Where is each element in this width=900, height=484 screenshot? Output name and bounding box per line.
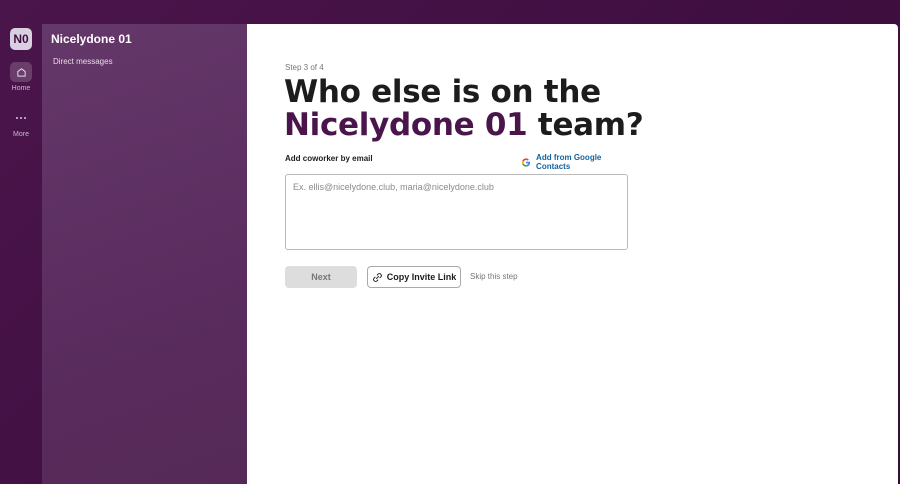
more-button[interactable] bbox=[10, 108, 32, 128]
more-dots-icon bbox=[16, 117, 26, 119]
copy-invite-link-button[interactable]: Copy Invite Link bbox=[367, 266, 461, 288]
link-icon bbox=[372, 272, 382, 282]
google-icon bbox=[521, 157, 531, 167]
page-title: Who else is on the Nicelydone 01 team? bbox=[284, 74, 644, 143]
copy-invite-link-label: Copy Invite Link bbox=[386, 272, 457, 282]
add-from-google-contacts-link[interactable]: Add from Google Contacts bbox=[521, 153, 629, 171]
workspace-badge[interactable]: N0 bbox=[10, 28, 32, 50]
sidebar-item-direct-messages[interactable]: Direct messages bbox=[53, 57, 113, 66]
skip-step-link[interactable]: Skip this step bbox=[470, 272, 518, 281]
sidebar: Nicelydone 01 Direct messages bbox=[42, 24, 247, 484]
main-panel: Step 3 of 4 Who else is on the Nicelydon… bbox=[247, 24, 898, 484]
google-link-label: Add from Google Contacts bbox=[536, 153, 602, 171]
step-indicator: Step 3 of 4 bbox=[285, 63, 324, 72]
home-button[interactable] bbox=[10, 62, 32, 82]
home-label: Home bbox=[11, 85, 31, 92]
workspace-rail: N0 Home More bbox=[0, 0, 42, 484]
workspace-name[interactable]: Nicelydone 01 bbox=[51, 32, 132, 46]
email-field-label: Add coworker by email bbox=[285, 154, 373, 163]
title-line-1: Who else is on the bbox=[284, 74, 601, 110]
title-workspace-name: Nicelydone 01 bbox=[284, 107, 528, 143]
next-button[interactable]: Next bbox=[285, 266, 357, 288]
more-label: More bbox=[13, 131, 29, 138]
title-line-2-end: team? bbox=[537, 107, 644, 143]
home-icon bbox=[16, 67, 26, 77]
coworker-email-input[interactable] bbox=[285, 174, 628, 250]
